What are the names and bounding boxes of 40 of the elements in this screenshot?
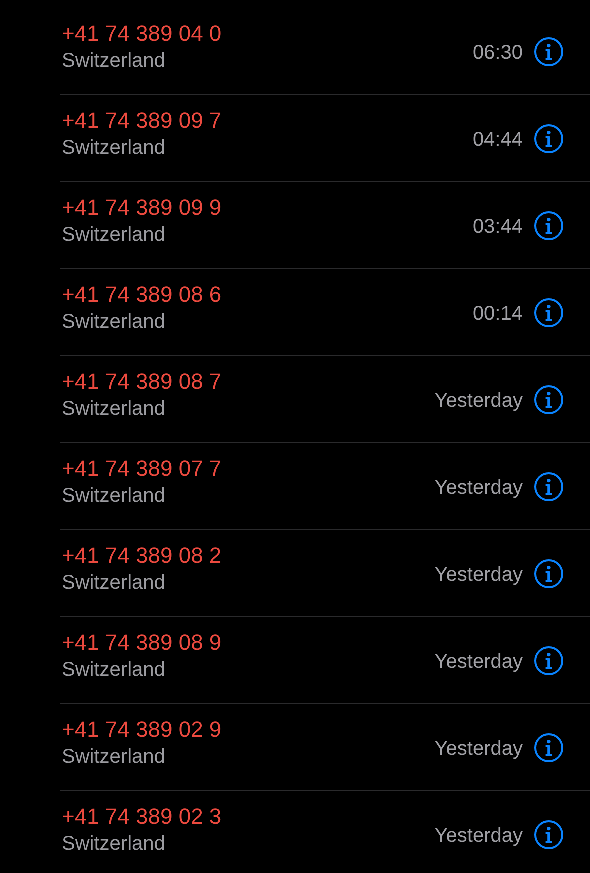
phone-number: +41 74 389 09 7	[62, 108, 223, 134]
phone-number: +41 74 389 02 3	[62, 804, 223, 830]
call-time: Yesterday	[434, 476, 523, 500]
phone-number: +41 74 389 08 7	[62, 369, 223, 395]
info-icon[interactable]	[534, 124, 564, 154]
call-time: 00:14	[472, 302, 523, 326]
call-location: Switzerland	[62, 485, 166, 508]
call-location: Switzerland	[62, 224, 166, 247]
info-icon[interactable]	[534, 733, 564, 763]
phone-number: +41 74 389 08 9	[62, 630, 223, 656]
info-icon[interactable]	[534, 472, 564, 502]
call-location: Switzerland	[62, 50, 166, 73]
call-location: Switzerland	[62, 659, 166, 682]
call-location: Switzerland	[62, 746, 166, 769]
phone-number: +41 74 389 02 9	[62, 717, 223, 743]
call-time: Yesterday	[434, 650, 523, 674]
call-location: Switzerland	[62, 398, 166, 421]
phone-number: +41 74 389 09 9	[62, 195, 223, 221]
call-time: 03:44	[472, 216, 523, 238]
info-icon[interactable]	[534, 298, 564, 328]
info-icon[interactable]	[534, 820, 564, 850]
call-time: Yesterday	[434, 738, 523, 760]
call-time: Yesterday	[434, 824, 523, 848]
phone-number: +41 74 389 08 6	[62, 282, 223, 308]
info-icon[interactable]	[534, 211, 564, 241]
call-location: Switzerland	[62, 572, 166, 595]
info-icon[interactable]	[534, 559, 564, 589]
phone-number: +41 74 389 04 0	[62, 21, 223, 47]
call-time: Yesterday	[434, 390, 523, 412]
call-time: 06:30	[472, 42, 523, 64]
phone-number: +41 74 389 07 7	[62, 456, 223, 482]
phone-number: +41 74 389 08 2	[62, 543, 223, 569]
info-icon[interactable]	[534, 646, 564, 676]
call-time: 04:44	[472, 128, 523, 152]
call-location: Switzerland	[62, 137, 166, 160]
call-location: Switzerland	[62, 311, 166, 334]
info-icon[interactable]	[534, 385, 564, 415]
info-icon[interactable]	[534, 37, 564, 67]
call-location: Switzerland	[62, 833, 166, 856]
call-time: Yesterday	[434, 564, 523, 586]
